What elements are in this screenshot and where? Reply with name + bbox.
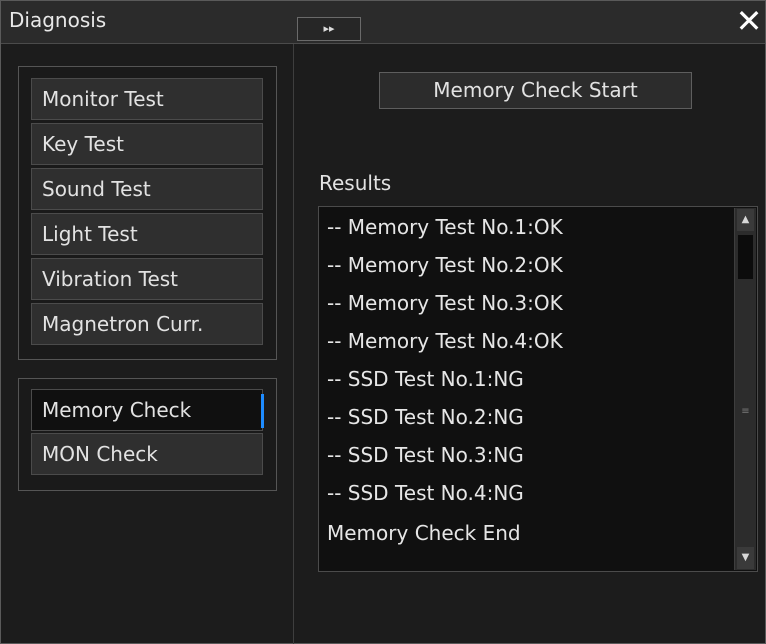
results-scrollbar[interactable]: ▲ ≡ ▼	[734, 208, 756, 570]
test-group: Monitor Test Key Test Sound Test Light T…	[18, 66, 277, 360]
window-title: Diagnosis	[9, 8, 107, 32]
diagnosis-window: Diagnosis ▸▸ ✕ Monitor Test Key Test Sou…	[0, 0, 766, 644]
double-chevron-icon: ▸▸	[323, 22, 335, 35]
scroll-down-arrow-icon[interactable]: ▼	[737, 547, 754, 569]
results-label: Results	[319, 171, 392, 195]
results-list[interactable]: -- Memory Test No.1:OK -- Memory Test No…	[318, 206, 758, 572]
collapse-button[interactable]: ▸▸	[297, 17, 361, 41]
memory-check-button[interactable]: Memory Check	[31, 389, 264, 431]
result-line: -- SSD Test No.1:NG	[327, 367, 524, 391]
memory-check-start-button[interactable]: Memory Check Start	[379, 72, 692, 109]
key-test-button[interactable]: Key Test	[31, 123, 263, 165]
result-line: -- SSD Test No.3:NG	[327, 443, 524, 467]
close-button[interactable]: ✕	[734, 4, 764, 38]
result-line: -- SSD Test No.2:NG	[327, 405, 524, 429]
close-icon: ✕	[735, 2, 763, 40]
result-line: -- Memory Test No.3:OK	[327, 291, 563, 315]
monitor-test-button[interactable]: Monitor Test	[31, 78, 263, 120]
vibration-test-button[interactable]: Vibration Test	[31, 258, 263, 300]
result-line: -- SSD Test No.4:NG	[327, 481, 524, 505]
result-line: -- Memory Test No.2:OK	[327, 253, 563, 277]
result-line: Memory Check End	[327, 521, 521, 545]
title-bar: Diagnosis ▸▸ ✕	[1, 1, 765, 44]
grip-icon: ≡	[741, 406, 750, 417]
sound-test-button[interactable]: Sound Test	[31, 168, 263, 210]
magnetron-curr-button[interactable]: Magnetron Curr.	[31, 303, 263, 345]
scroll-thumb[interactable]	[738, 235, 753, 279]
check-group: Memory Check MON Check	[18, 378, 277, 491]
scroll-up-arrow-icon[interactable]: ▲	[737, 209, 754, 231]
result-line: -- Memory Test No.4:OK	[327, 329, 563, 353]
panel-divider	[293, 44, 294, 644]
mon-check-button[interactable]: MON Check	[31, 433, 263, 475]
result-line: -- Memory Test No.1:OK	[327, 215, 563, 239]
light-test-button[interactable]: Light Test	[31, 213, 263, 255]
